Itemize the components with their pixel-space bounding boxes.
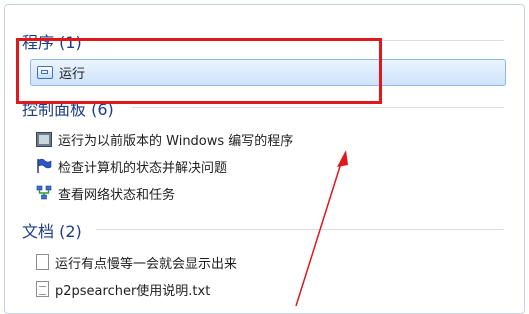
annotation-arrow xyxy=(295,150,348,306)
